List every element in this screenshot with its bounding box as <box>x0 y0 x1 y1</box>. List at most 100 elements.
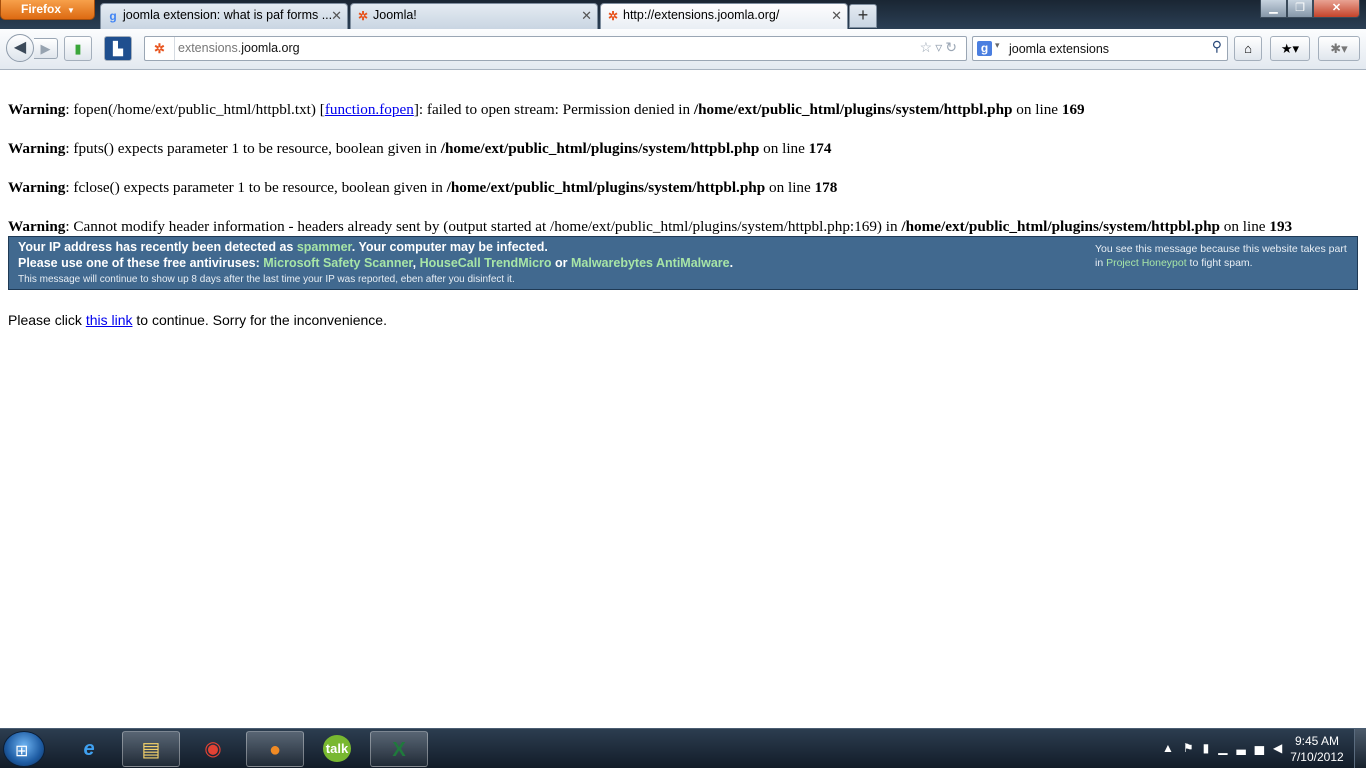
banner-text: or <box>551 256 571 270</box>
chrome-icon[interactable]: ◉ <box>184 731 242 767</box>
warning-file: /home/ext/public_html/plugins/system/htt… <box>901 218 1220 235</box>
warning-file: /home/ext/public_html/plugins/system/htt… <box>440 140 760 157</box>
tab-google-search[interactable]: g joomla extension: what is paf forms ..… <box>100 3 348 29</box>
firefox-icon[interactable]: ● <box>246 731 304 767</box>
warning-label: Warning <box>8 179 66 196</box>
system-tray: ▲⚑▮▁▃▅◀ <box>1162 741 1291 755</box>
close-tab-icon[interactable]: ✕ <box>831 4 842 27</box>
clock[interactable]: 9:45 AM 7/10/2012 <box>1284 733 1350 765</box>
url-bar-icons: ☆▿↻ <box>920 39 960 56</box>
honeypot-side-note: You see this message because this websit… <box>1095 242 1350 270</box>
warning-text: ]: failed to open stream: Permission den… <box>413 101 694 118</box>
tab-title: Joomla! <box>373 8 417 22</box>
tab-joomla[interactable]: ✲ Joomla! ✕ <box>350 3 598 29</box>
analytics-icon: ▙ <box>113 41 123 56</box>
power-icon[interactable]: ▮ <box>1203 741 1219 755</box>
banner-text: Your IP address has recently been detect… <box>18 240 297 254</box>
honeypot-antivirus-line: Please use one of these free antiviruses… <box>18 256 733 270</box>
tab-strip: Firefox ▼ g joomla extension: what is paf… <box>0 0 1366 29</box>
banner-text: to fight spam. <box>1186 257 1253 269</box>
close-window-button[interactable]: ✕ <box>1313 0 1360 18</box>
google-icon: g <box>109 9 117 23</box>
warning-line: 178 <box>814 179 838 196</box>
project-honeypot-link[interactable]: Project Honeypot <box>1106 257 1187 269</box>
bookmark-star-icon[interactable]: ☆ <box>920 39 936 55</box>
warning-text: on line <box>1219 218 1270 235</box>
excel-icon[interactable]: X <box>370 731 428 767</box>
minimize-button[interactable]: ▁ <box>1260 0 1287 18</box>
warning-label: Warning <box>8 218 66 235</box>
php-warning: Warning: Cannot modify header informatio… <box>8 217 1358 236</box>
warning-file: /home/ext/public_html/plugins/system/htt… <box>446 179 766 196</box>
windows-logo-icon: ⊞ <box>15 743 29 760</box>
url-text[interactable]: extensions.joomla.org <box>178 41 300 55</box>
google-icon[interactable]: g <box>977 41 992 56</box>
php-warning: Warning: fopen(/home/ext/public_html/htt… <box>8 100 1358 119</box>
bookmarks-button[interactable]: ★▾ <box>1270 36 1310 61</box>
joomla-icon: ✲ <box>607 9 619 23</box>
warning-line: 169 <box>1061 101 1085 118</box>
warning-label: Warning <box>8 140 66 157</box>
this-link[interactable]: this link <box>86 312 133 328</box>
warning-line: 193 <box>1269 218 1293 235</box>
history-dropdown-icon[interactable]: ▿ <box>935 39 945 55</box>
back-button[interactable]: ◀ <box>6 34 34 62</box>
function-fopen-link[interactable]: function.fopen <box>325 101 414 118</box>
analytics-addon-button[interactable]: ▙ <box>104 36 132 61</box>
joomla-icon: ✲ <box>357 9 369 23</box>
continue-text: Please click <box>8 312 86 328</box>
honeypot-banner: Your IP address has recently been detect… <box>8 236 1358 290</box>
warning-text: on line <box>759 140 809 157</box>
windows-taskbar: ⊞ e ▤ ◉ ● talk X ▲⚑▮▁▃▅◀ 9:45 AM 7/10/20… <box>0 728 1366 768</box>
warning-label: Warning <box>8 101 66 118</box>
search-input[interactable]: joomla extensions <box>1009 42 1109 56</box>
arrow-right-icon: ▶ <box>40 41 51 56</box>
warning-text: on line <box>1012 101 1062 118</box>
warning-text: : fputs() expects parameter 1 to be reso… <box>65 140 441 157</box>
network-icon[interactable]: ▁▃▅ <box>1218 741 1273 755</box>
new-tab-button[interactable]: + <box>849 4 877 28</box>
maximize-button[interactable]: ❐ <box>1287 0 1313 18</box>
chevron-down-icon[interactable]: ▾ <box>995 40 1000 51</box>
puzzle-icon: ✱▾ <box>1330 41 1348 56</box>
show-desktop-button[interactable] <box>1354 729 1366 768</box>
show-hidden-icons-icon[interactable]: ▲ <box>1162 741 1183 755</box>
navigation-toolbar: ◀ ▶ ▮ ▙ ✲ extensions.joomla.org ☆▿↻ g ▾ … <box>0 29 1366 70</box>
spammer-link[interactable]: spammer <box>297 240 352 254</box>
home-button[interactable]: ⌂ <box>1234 36 1262 61</box>
firefox-menu-button[interactable]: Firefox ▼ <box>0 0 95 20</box>
continue-message: Please click this link to continue. Sorr… <box>8 312 1358 328</box>
url-bar[interactable]: ✲ extensions.joomla.org ☆▿↻ <box>144 36 967 61</box>
honeypot-note: This message will continue to show up 8 … <box>18 274 515 285</box>
url-prefix: extensions. <box>178 41 242 55</box>
addon-menu-button[interactable]: ✱▾ <box>1318 36 1360 61</box>
clock-time: 9:45 AM <box>1294 734 1340 748</box>
close-tab-icon[interactable]: ✕ <box>331 4 342 27</box>
warning-file: /home/ext/public_html/plugins/system/htt… <box>693 101 1013 118</box>
google-talk-icon[interactable]: talk <box>308 731 366 767</box>
banner-text: . Your computer may be infected. <box>351 240 548 254</box>
malwarebytes-link[interactable]: Malwarebytes AntiMalware <box>571 256 730 270</box>
bars-icon: ▮ <box>74 41 82 56</box>
microsoft-safety-scanner-link[interactable]: Microsoft Safety Scanner <box>263 256 412 270</box>
internet-explorer-icon[interactable]: e <box>60 731 118 767</box>
banner-text: Please use one of these free antiviruses… <box>18 256 264 270</box>
action-center-icon[interactable]: ⚑ <box>1183 741 1203 755</box>
forward-button[interactable]: ▶ <box>34 38 58 59</box>
firefox-menu-label: Firefox <box>21 2 62 16</box>
php-warning: Warning: fclose() expects parameter 1 to… <box>8 178 1358 197</box>
page-content: Warning: fopen(/home/ext/public_html/htt… <box>8 70 1358 328</box>
housecall-trendmicro-link[interactable]: HouseCall TrendMicro <box>420 256 552 270</box>
reload-icon[interactable]: ↻ <box>945 39 960 55</box>
warning-text: : Cannot modify header information - hea… <box>65 218 902 235</box>
search-icon[interactable]: ⚲ <box>1212 38 1222 55</box>
tab-extensions[interactable]: ✲ http://extensions.joomla.org/ ✕ <box>600 3 848 29</box>
honeypot-headline: Your IP address has recently been detect… <box>18 240 548 254</box>
close-tab-icon[interactable]: ✕ <box>581 4 592 27</box>
start-button[interactable]: ⊞ <box>3 731 45 767</box>
signal-addon-button[interactable]: ▮ <box>64 36 92 61</box>
arrow-left-icon: ◀ <box>13 39 27 56</box>
continue-text: to continue. Sorry for the inconvenience… <box>132 312 387 328</box>
file-explorer-icon[interactable]: ▤ <box>122 731 180 767</box>
search-bar[interactable]: g ▾ joomla extensions ⚲ <box>972 36 1228 61</box>
